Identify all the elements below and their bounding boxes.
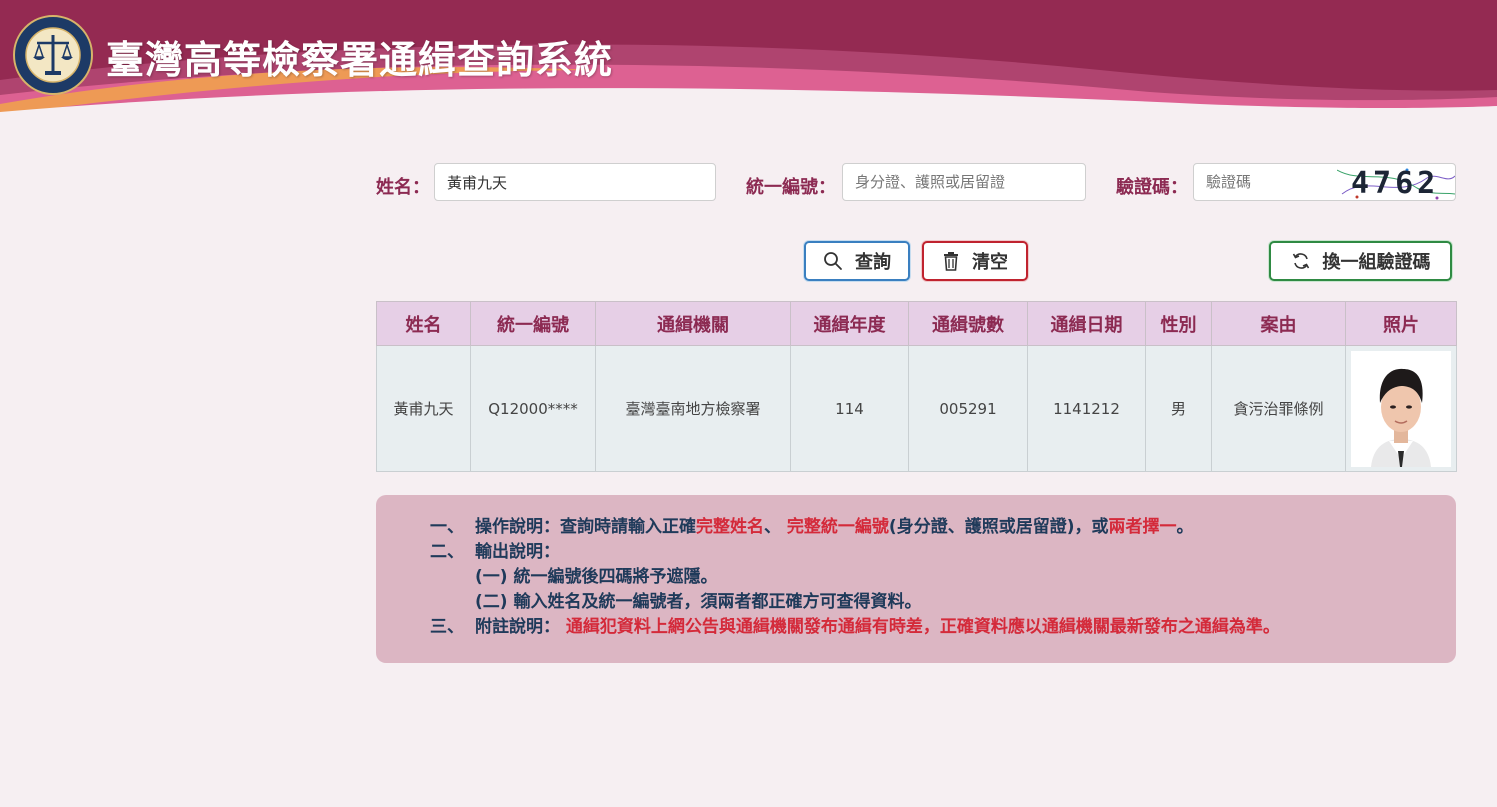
refresh-captcha-label: 換一組驗證碼 <box>1322 252 1431 273</box>
trash-icon <box>944 252 958 271</box>
table-row: 黃甫九天 Q12000**** 臺灣臺南地方檢察署 114 005291 114… <box>376 345 1457 472</box>
cell-date: 1141212 <box>1027 345 1146 472</box>
query-button[interactable]: 查詢 <box>804 241 910 281</box>
cell-case: 貪污治罪條例 <box>1211 345 1346 472</box>
header-id-number: 統一編號 <box>470 301 596 346</box>
cell-gender: 男 <box>1145 345 1212 472</box>
instruction-output-item-2: (二) 輸入姓名及統一編號者，須兩者都正確方可查得資料。 <box>475 592 922 612</box>
instruction-operation: 操作說明：查詢時請輸入正確完整姓名、 完整統一編號(身分證、護照或居留證)，或兩… <box>475 515 1193 540</box>
instruction-number-2: 二、 <box>430 542 464 562</box>
site-header: 臺灣高等檢察署通緝查詢系統 <box>0 0 1497 115</box>
header-name: 姓名 <box>376 301 471 346</box>
instruction-operation-text: 操作說明：查詢時請輸入正確 <box>475 517 696 537</box>
instruction-output-title: 輸出說明： <box>475 542 560 562</box>
instruction-line-3: (一) 統一編號後四碼將予遮隱。 <box>376 565 1456 590</box>
clear-button[interactable]: 清空 <box>922 241 1028 281</box>
header-gender: 性別 <box>1145 301 1212 346</box>
instruction-remark-text: 通緝犯資料上網公告與通緝機關發布通緝有時差，正確資料應以通緝機關最新發布之通緝為… <box>565 617 1280 637</box>
instruction-line-2: 二、 輸出說明： <box>376 540 1456 565</box>
captcha-label: 驗證碼： <box>1116 177 1188 198</box>
highlight-either: 兩者擇一 <box>1108 517 1177 537</box>
header-warrant-number: 通緝號數 <box>908 301 1028 346</box>
header-date: 通緝日期 <box>1027 301 1146 346</box>
instruction-line-5: 三、 附註說明： 通緝犯資料上網公告與通緝機關發布通緝有時差，正確資料應以通緝機… <box>376 615 1456 640</box>
header-photo: 照片 <box>1345 301 1457 346</box>
cell-agency: 臺灣臺南地方檢察署 <box>595 345 791 472</box>
instruction-remark: 附註說明： 通緝犯資料上網公告與通緝機關發布通緝有時差，正確資料應以通緝機關最新… <box>475 615 1280 640</box>
cell-name: 黃甫九天 <box>376 345 471 472</box>
instruction-output-item-1: (一) 統一編號後四碼將予遮隱。 <box>475 567 718 587</box>
instruction-number-1: 一、 <box>430 517 464 537</box>
header-year: 通緝年度 <box>790 301 909 346</box>
instruction-line-1: 一、 操作說明：查詢時請輸入正確完整姓名、 完整統一編號(身分證、護照或居留證)… <box>376 515 1456 540</box>
site-title: 臺灣高等檢察署通緝查詢系統 <box>106 38 614 82</box>
instructions-panel: 一、 操作說明：查詢時請輸入正確完整姓名、 完整統一編號(身分證、護照或居留證)… <box>376 495 1456 663</box>
instruction-number-3: 三、 <box>430 617 464 637</box>
instruction-remark-title: 附註說明： <box>475 617 560 637</box>
id-number-input[interactable] <box>842 163 1086 201</box>
instruction-separator: 、 <box>764 517 787 537</box>
instruction-id-types: (身分證、護照或居留證)，或 <box>888 517 1109 537</box>
header-agency: 通緝機關 <box>595 301 791 346</box>
cell-photo <box>1345 345 1457 472</box>
id-number-label: 統一編號： <box>746 177 836 198</box>
query-button-label: 查詢 <box>855 252 891 273</box>
search-icon <box>824 252 842 270</box>
captcha-input[interactable] <box>1193 163 1338 201</box>
instruction-period: 。 <box>1176 517 1194 537</box>
captcha-image: 4762 <box>1337 163 1456 201</box>
highlight-full-id: 完整統一編號 <box>786 517 889 537</box>
name-label: 姓名： <box>376 177 430 198</box>
refresh-captcha-button[interactable]: 換一組驗證碼 <box>1269 241 1452 281</box>
refresh-icon <box>1292 253 1309 269</box>
instruction-line-4: (二) 輸入姓名及統一編號者，須兩者都正確方可查得資料。 <box>376 590 1456 615</box>
header-case: 案由 <box>1211 301 1346 346</box>
results-table: 姓名 統一編號 通緝機關 通緝年度 通緝號數 通緝日期 性別 案由 照片 黃甫九… <box>376 301 1457 472</box>
highlight-full-name: 完整姓名 <box>696 517 764 537</box>
cell-id-number: Q12000**** <box>470 345 596 472</box>
prosecutors-office-logo <box>13 15 93 95</box>
name-input[interactable] <box>434 163 716 201</box>
suspect-photo[interactable] <box>1351 350 1451 467</box>
clear-button-label: 清空 <box>972 252 1008 273</box>
captcha-code: 4762 <box>1351 166 1440 201</box>
table-header-row: 姓名 統一編號 通緝機關 通緝年度 通緝號數 通緝日期 性別 案由 照片 <box>376 301 1457 346</box>
cell-warrant-number: 005291 <box>908 345 1028 472</box>
cell-year: 114 <box>790 345 909 472</box>
